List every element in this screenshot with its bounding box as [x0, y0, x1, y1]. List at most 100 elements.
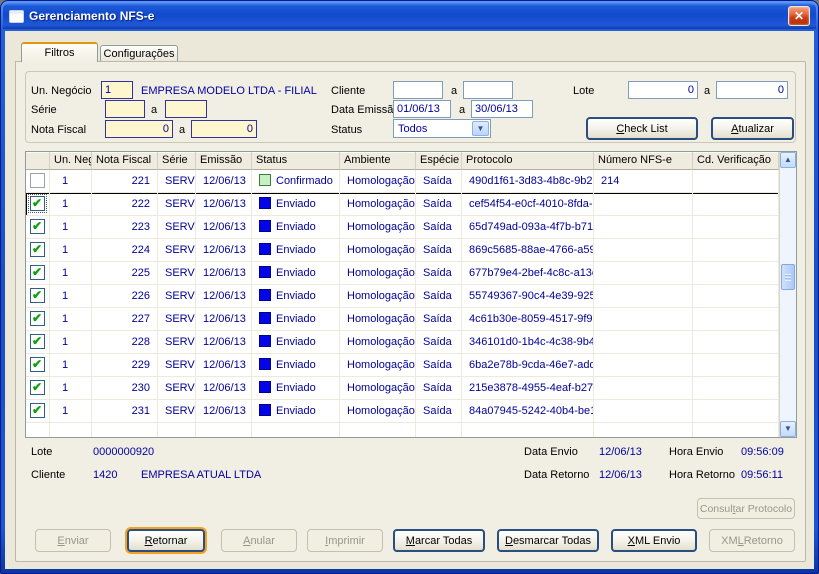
- cell-checkbox: [26, 193, 50, 216]
- cell-status: Confirmado: [252, 170, 340, 193]
- cell-protocolo: 677b79e4-2bef-4c8c-a13c: [462, 262, 594, 285]
- cell-status: Enviado: [252, 239, 340, 262]
- check-list-button[interactable]: Check List: [586, 117, 698, 140]
- cell-cd-verificacao: [693, 400, 779, 423]
- tab-filtros[interactable]: Filtros: [21, 42, 98, 62]
- table-row[interactable]: 1 225 SERV 12/06/13 Enviado Homologação …: [26, 262, 779, 285]
- nota-fiscal-to-input[interactable]: [191, 120, 257, 138]
- column-header-nota-fiscal: Nota Fiscal: [92, 152, 158, 170]
- status-select-value: Todos: [398, 122, 428, 135]
- serie-to-input[interactable]: [165, 100, 207, 118]
- cell-protocolo: 4c61b30e-8059-4517-9f92: [462, 308, 594, 331]
- cell-serie: SERV: [158, 400, 196, 423]
- status-text: Enviado: [276, 359, 316, 371]
- scroll-up-icon[interactable]: ▲: [780, 152, 796, 168]
- cell-numero-nfse: [594, 239, 693, 262]
- un-negocio-input[interactable]: [101, 81, 133, 99]
- status-text: Enviado: [276, 244, 316, 256]
- retornar-button[interactable]: Retornar: [127, 529, 205, 552]
- scrollbar-thumb[interactable]: [781, 264, 795, 290]
- table-row[interactable]: 1 222 SERV 12/06/13 Enviado Homologação …: [26, 193, 779, 216]
- enviar-button[interactable]: Enviar: [35, 529, 111, 552]
- marcar-todas-button[interactable]: Marcar Todas: [393, 529, 485, 552]
- data-emissao-to-input[interactable]: [471, 100, 533, 118]
- hora-retorno-label: Hora Retorno: [669, 469, 736, 481]
- cell-protocolo: 490d1f61-3d83-4b8c-9b2c: [462, 170, 594, 193]
- cell-nota-fiscal: 223: [92, 216, 158, 239]
- cliente-to-input[interactable]: [463, 81, 513, 99]
- row-checkbox[interactable]: [30, 308, 45, 329]
- column-header-cd-verificacao: Cd. Verificação: [693, 152, 779, 170]
- cell-checkbox: [26, 216, 50, 239]
- cell-cd-verificacao: [693, 354, 779, 377]
- hora-envio-label: Hora Envio: [669, 446, 724, 458]
- status-icon: [259, 381, 271, 393]
- row-checkbox[interactable]: [30, 285, 45, 306]
- data-emissao-from-input[interactable]: [393, 100, 451, 118]
- row-checkbox[interactable]: [28, 193, 47, 214]
- cell-checkbox: [26, 400, 50, 423]
- status-text: Enviado: [276, 198, 316, 210]
- cell-checkbox: [26, 308, 50, 331]
- anular-button[interactable]: Anular: [221, 529, 297, 552]
- table-row[interactable]: 1 230 SERV 12/06/13 Enviado Homologação …: [26, 377, 779, 400]
- status-icon: [259, 404, 271, 416]
- cell-protocolo: 346101d0-1b4c-4c38-9b4b: [462, 331, 594, 354]
- cell-especie: Saída: [416, 285, 462, 308]
- row-checkbox[interactable]: [30, 354, 45, 375]
- table-row[interactable]: 1 221 SERV 12/06/13 Confirmado Homologaç…: [26, 170, 779, 193]
- cell-serie: SERV: [158, 216, 196, 239]
- cell-nota-fiscal: 228: [92, 331, 158, 354]
- lote-to-input[interactable]: [716, 81, 788, 99]
- table-row[interactable]: 1 231 SERV 12/06/13 Enviado Homologação …: [26, 400, 779, 423]
- chevron-down-icon[interactable]: ▼: [472, 121, 489, 136]
- table-row[interactable]: 1 223 SERV 12/06/13 Enviado Homologação …: [26, 216, 779, 239]
- cell-nota-fiscal: 231: [92, 400, 158, 423]
- table-row[interactable]: 1 229 SERV 12/06/13 Enviado Homologação …: [26, 354, 779, 377]
- cell-un-neg: 1: [50, 308, 92, 331]
- lote-from-input[interactable]: [628, 81, 698, 99]
- row-checkbox[interactable]: [30, 377, 45, 398]
- cell-nota-fiscal: 222: [92, 193, 158, 216]
- cell-protocolo: 55749367-90c4-4e39-925: [462, 285, 594, 308]
- cell-ambiente: Homologação: [340, 193, 416, 216]
- row-checkbox[interactable]: [30, 216, 45, 237]
- xml-retorno-button[interactable]: XM L Retorno: [709, 529, 795, 552]
- cell-status: Enviado: [252, 354, 340, 377]
- cliente-from-input[interactable]: [393, 81, 443, 99]
- row-checkbox[interactable]: [30, 173, 45, 188]
- tab-configuracoes[interactable]: Configurações: [100, 45, 178, 62]
- row-checkbox[interactable]: [30, 239, 45, 260]
- cell-serie: SERV: [158, 262, 196, 285]
- table-row[interactable]: 1 226 SERV 12/06/13 Enviado Homologação …: [26, 285, 779, 308]
- imprimir-button[interactable]: Imprimir: [307, 529, 383, 552]
- cell-emissao: 12/06/13: [196, 354, 252, 377]
- table-header: Un. Neg. Nota Fiscal Série Emissão Statu…: [26, 152, 779, 170]
- row-checkbox[interactable]: [30, 400, 45, 421]
- table-row[interactable]: 1 227 SERV 12/06/13 Enviado Homologação …: [26, 308, 779, 331]
- row-checkbox[interactable]: [30, 262, 45, 283]
- vertical-scrollbar[interactable]: ▲ ▼: [779, 152, 796, 437]
- nota-fiscal-from-input[interactable]: [105, 120, 173, 138]
- cell-especie: Saída: [416, 262, 462, 285]
- cell-emissao: 12/06/13: [196, 193, 252, 216]
- row-checkbox[interactable]: [30, 331, 45, 352]
- consultar-protocolo-button[interactable]: Consul t ar Protocolo: [697, 498, 795, 519]
- cell-numero-nfse: 214: [594, 170, 693, 193]
- status-select[interactable]: Todos ▼: [393, 119, 491, 138]
- table-row[interactable]: 1 224 SERV 12/06/13 Enviado Homologação …: [26, 239, 779, 262]
- serie-from-input[interactable]: [105, 100, 145, 118]
- desmarcar-todas-button[interactable]: Desmarcar Todas: [497, 529, 599, 552]
- cell-un-neg: 1: [50, 331, 92, 354]
- xml-envio-button[interactable]: X ML Envio: [611, 529, 697, 552]
- cell-cd-verificacao: [693, 285, 779, 308]
- column-header-status: Status: [252, 152, 340, 170]
- cell-un-neg: 1: [50, 400, 92, 423]
- cell-emissao: 12/06/13: [196, 308, 252, 331]
- status-label: Status: [331, 124, 363, 136]
- scroll-down-icon[interactable]: ▼: [780, 421, 796, 437]
- summary-cliente-name: EMPRESA ATUAL LTDA: [141, 469, 262, 481]
- cell-emissao: 12/06/13: [196, 216, 252, 239]
- atualizar-button[interactable]: Atualizar: [711, 117, 794, 140]
- table-row[interactable]: 1 228 SERV 12/06/13 Enviado Homologação …: [26, 331, 779, 354]
